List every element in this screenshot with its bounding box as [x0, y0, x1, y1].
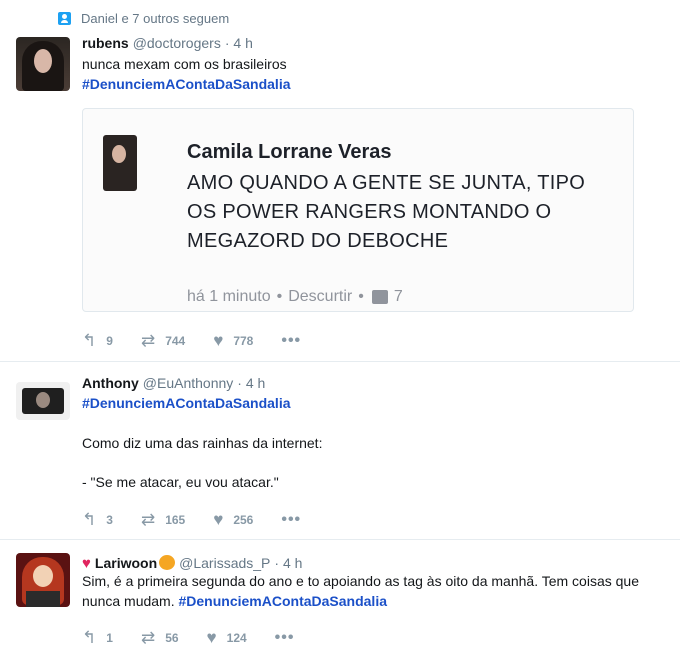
timestamp[interactable]: · 4 h — [274, 555, 302, 571]
card-dislike: Descurtir — [288, 288, 353, 305]
tweet-text: #DenunciemAContaDaSandalia Como diz uma … — [82, 393, 322, 492]
retweet-button[interactable]: ⇄ 744 — [141, 331, 185, 351]
heart-icon: ♥ — [82, 555, 91, 572]
reply-button[interactable]: ↰ 9 — [82, 331, 113, 351]
retweet-button[interactable]: ⇄ 165 — [141, 510, 185, 530]
card-author-name: Camila Lorrane Veras — [187, 141, 392, 163]
tweet-text-line: nunca mexam com os brasileiros — [82, 56, 287, 72]
reply-icon: ↰ — [82, 510, 97, 529]
display-name[interactable]: Lariwoon — [95, 555, 157, 571]
retweet-count: 165 — [165, 513, 186, 527]
user-handle[interactable]: @doctorogers — [133, 35, 221, 51]
lion-emoji-icon — [159, 555, 176, 570]
retweet-button[interactable]: ⇄ 56 — [141, 628, 179, 648]
retweet-icon: ⇄ — [140, 628, 156, 647]
social-context-label: Daniel e 7 outros seguem — [81, 11, 230, 26]
user-handle[interactable]: @EuAnthonny — [143, 375, 234, 391]
display-name[interactable]: Anthony — [82, 375, 139, 391]
hashtag-link[interactable]: #DenunciemAContaDaSandalia — [179, 593, 388, 609]
tweet-text: Sim, é a primeira segunda do ano e to ap… — [82, 571, 642, 611]
reply-count: 9 — [106, 334, 113, 348]
tweet[interactable]: ♥ Lariwoon @Larissads_P · 4 h Sim, é a p… — [0, 540, 680, 658]
embedded-image-card[interactable]: Camila Lorrane Veras AMO QUANDO A GENTE … — [82, 108, 634, 312]
display-name[interactable]: rubens — [82, 35, 129, 51]
tweet-actions: ↰ 3 ⇄ 165 ♥ 256 ••• — [82, 510, 301, 530]
tweet-text-line: - "Se me atacar, eu vou atacar." — [82, 474, 279, 490]
heart-icon: ♥ — [213, 331, 224, 350]
tweet[interactable]: Anthony @EuAnthonny · 4 h #DenunciemACon… — [0, 362, 680, 540]
retweet-count: 744 — [165, 334, 186, 348]
social-context: Daniel e 7 outros seguem — [58, 11, 229, 26]
tweet-actions: ↰ 1 ⇄ 56 ♥ 124 ••• — [82, 628, 294, 648]
card-time: há 1 minuto — [187, 288, 271, 305]
timestamp[interactable]: · 4 h — [225, 35, 253, 51]
tweet-header: Anthony @EuAnthonny · 4 h — [82, 375, 265, 391]
more-icon[interactable]: ••• — [281, 332, 301, 350]
card-footer: há 1 minuto • Descurtir • 7 — [187, 288, 403, 306]
retweet-count: 56 — [165, 631, 179, 645]
retweet-icon: ⇄ — [140, 331, 156, 350]
separator: • — [276, 288, 283, 305]
like-button[interactable]: ♥ 778 — [213, 331, 253, 351]
heart-icon: ♥ — [213, 510, 224, 529]
tweet[interactable]: Daniel e 7 outros seguem rubens @doctoro… — [0, 0, 680, 362]
avatar[interactable] — [16, 37, 70, 91]
tweet-text-line: Como diz uma das rainhas da internet: — [82, 435, 323, 451]
hashtag-link[interactable]: #DenunciemAContaDaSandalia — [82, 393, 322, 413]
card-like-count: 7 — [393, 288, 403, 305]
tweet-header: ♥ Lariwoon @Larissads_P · 4 h — [82, 553, 302, 572]
like-count: 256 — [233, 513, 254, 527]
more-icon[interactable]: ••• — [281, 511, 301, 529]
like-count: 124 — [226, 631, 247, 645]
user-icon — [58, 12, 71, 25]
reply-button[interactable]: ↰ 3 — [82, 510, 113, 530]
hashtag-link[interactable]: #DenunciemAContaDaSandalia — [82, 74, 291, 94]
avatar[interactable] — [16, 553, 70, 607]
like-count: 778 — [233, 334, 254, 348]
retweet-icon: ⇄ — [140, 510, 156, 529]
tweet-header: rubens @doctorogers · 4 h — [82, 35, 253, 51]
thumbs-up-icon — [371, 290, 388, 304]
reply-count: 3 — [106, 513, 113, 527]
card-avatar — [103, 135, 137, 191]
like-button[interactable]: ♥ 124 — [207, 628, 247, 648]
user-handle[interactable]: @Larissads_P — [179, 555, 270, 571]
tweet-actions: ↰ 9 ⇄ 744 ♥ 778 ••• — [82, 331, 301, 351]
reply-button[interactable]: ↰ 1 — [82, 628, 113, 648]
like-button[interactable]: ♥ 256 — [213, 510, 253, 530]
avatar[interactable] — [16, 382, 70, 420]
more-icon[interactable]: ••• — [275, 629, 295, 647]
reply-icon: ↰ — [82, 331, 97, 350]
card-post-text: AMO QUANDO A GENTE SE JUNTA, TIPO OS POW… — [187, 172, 586, 252]
reply-icon: ↰ — [82, 628, 97, 647]
reply-count: 1 — [106, 631, 113, 645]
separator: • — [358, 288, 364, 305]
timestamp[interactable]: · 4 h — [237, 375, 265, 391]
heart-icon: ♥ — [206, 628, 217, 647]
tweet-text: nunca mexam com os brasileiros #Denuncie… — [82, 54, 291, 94]
